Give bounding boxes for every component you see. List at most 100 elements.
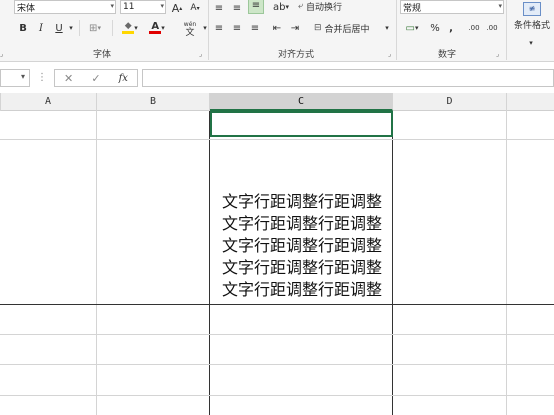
fill-color-button[interactable]: ◆ ▾ <box>118 20 142 36</box>
grow-font-label: A <box>171 1 180 15</box>
column-gridline <box>96 111 97 415</box>
orientation-button[interactable]: ab ▾ <box>270 0 292 15</box>
font-size-dropdown[interactable]: 11 ▾ <box>120 0 166 14</box>
insert-function-button[interactable]: fx <box>119 73 128 84</box>
bold-label: B <box>19 22 27 34</box>
phonetic-char-label: 文 <box>185 27 195 38</box>
formula-input[interactable] <box>142 69 554 87</box>
column-header-c[interactable]: C <box>210 93 393 111</box>
percent-label: % <box>430 22 440 34</box>
align-top-icon: ≡ <box>214 2 224 14</box>
spreadsheet-grid[interactable]: A B C D 文字行距调整行距调整文字行距调整行距调整文字行距调整行距调整文字… <box>0 93 554 415</box>
name-box[interactable]: ▾ <box>0 69 30 87</box>
increase-indent-icon: ⇥ <box>290 22 300 34</box>
font-color-label: A <box>151 21 160 32</box>
number-format-value: 常规 <box>403 3 422 14</box>
cell-c2[interactable]: 文字行距调整行距调整文字行距调整行距调整文字行距调整行距调整文字行距调整行距调整… <box>211 143 393 303</box>
column-header-d[interactable]: D <box>393 93 507 111</box>
bold-button[interactable]: B <box>16 20 30 36</box>
row-gridline <box>0 304 554 305</box>
toolbar-separator <box>112 20 113 36</box>
font-name-dropdown[interactable]: 宋体 ▾ <box>14 0 116 14</box>
phonetic-guide-button[interactable]: wén 文 <box>178 18 202 40</box>
up-arrow-icon: ▴ <box>179 4 183 12</box>
font-color-button[interactable]: A ▾ <box>146 20 168 36</box>
toolbar-separator <box>79 20 80 36</box>
font-dialog-launcher-icon[interactable]: ⌟ <box>0 50 3 58</box>
number-group-label: 数字 <box>438 50 457 60</box>
align-right-button[interactable]: ≡ <box>248 20 262 36</box>
align-left-button[interactable]: ≡ <box>212 20 226 36</box>
conditional-formatting-label: 条件格式 <box>513 20 550 31</box>
decrease-indent-button[interactable]: ⇤ <box>270 20 284 36</box>
cancel-icon[interactable]: ✕ <box>64 72 73 85</box>
merge-center-button[interactable]: ⊟ 合并后居中 <box>314 20 382 36</box>
italic-label: I <box>39 22 43 34</box>
increase-font-size-button[interactable]: A ▴ <box>170 0 184 16</box>
chevron-down-icon: ▾ <box>97 24 101 32</box>
fill-glyph: ◆ <box>124 21 132 31</box>
align-center-button[interactable]: ≡ <box>230 20 244 36</box>
chevron-down-icon: ▾ <box>134 24 138 32</box>
paint-bucket-icon: ◆ <box>122 21 135 34</box>
chevron-down-icon: ▾ <box>285 3 289 11</box>
wrap-text-button[interactable]: ⤶ 自动换行 <box>298 0 370 14</box>
font-color-icon: A <box>149 21 162 34</box>
chevron-down-icon: ▾ <box>110 2 114 10</box>
column-gridline <box>506 111 507 415</box>
fill-color-swatch <box>122 31 135 34</box>
merge-options-dropdown[interactable]: ▾ <box>383 20 391 36</box>
formula-bar-grip-icon[interactable]: ⋮ <box>37 72 47 83</box>
row-gridline <box>0 364 554 365</box>
phonetic-pinyin-label: wén <box>183 20 197 28</box>
cell-c2-text: 文字行距调整行距调整文字行距调整行距调整文字行距调整行距调整文字行距调整行距调整… <box>221 192 382 299</box>
number-format-dropdown[interactable]: 常规 ▾ <box>400 0 504 14</box>
italic-button[interactable]: I <box>34 20 48 36</box>
column-headers: A B C D <box>0 93 554 111</box>
column-header-e[interactable] <box>507 93 554 111</box>
currency-icon: ▭ <box>405 22 415 34</box>
alignment-group-label: 对齐方式 <box>278 50 315 60</box>
conditional-formatting-button[interactable]: ≢ 条件格式 <box>510 0 554 34</box>
row-gridline <box>0 334 554 335</box>
increase-decimal-label: .00 <box>468 24 480 32</box>
percent-style-button[interactable]: % <box>428 20 442 36</box>
ribbon: 宋体 ▾ 11 ▾ A ▴ A ▾ B I U ▾ ⊞ ▾ ◆ ▾ A ▾ wé… <box>0 0 554 62</box>
decrease-indent-icon: ⇤ <box>272 22 282 34</box>
comma-style-button[interactable]: , <box>446 20 456 36</box>
chevron-down-icon: ▾ <box>160 2 164 10</box>
borders-button[interactable]: ⊞ ▾ <box>84 20 106 36</box>
underline-label: U <box>55 22 63 34</box>
formula-controls: ✕ ✓ fx <box>54 69 138 87</box>
chevron-down-icon: ▾ <box>529 39 533 47</box>
alignment-dialog-launcher-icon[interactable]: ⌟ <box>388 50 391 58</box>
conditional-formatting-dropdown[interactable]: ▾ <box>526 35 536 51</box>
align-middle-icon: ≡ <box>232 2 242 14</box>
underline-button[interactable]: U <box>52 20 66 36</box>
wrap-text-icon: ⤶ <box>298 1 304 11</box>
align-top-button[interactable]: ≡ <box>212 0 226 16</box>
underline-options-dropdown[interactable]: ▾ <box>67 20 75 36</box>
chevron-down-icon: ▾ <box>69 24 73 32</box>
merge-cells-icon: ⊟ <box>314 23 322 33</box>
accounting-format-button[interactable]: ▭ ▾ <box>402 20 422 36</box>
enter-icon[interactable]: ✓ <box>91 72 100 85</box>
increase-indent-button[interactable]: ⇥ <box>288 20 302 36</box>
align-left-icon: ≡ <box>214 22 224 34</box>
merge-center-label: 合并后居中 <box>324 24 370 35</box>
group-separator <box>396 0 397 60</box>
align-bottom-button[interactable]: ≡ <box>248 0 264 14</box>
number-dialog-launcher-icon[interactable]: ⌟ <box>496 50 499 58</box>
column-header-b[interactable]: B <box>97 93 210 111</box>
font-dialog-launcher-icon[interactable]: ⌟ <box>199 50 202 58</box>
column-header-a[interactable]: A <box>0 93 97 111</box>
active-cell-c1[interactable] <box>210 111 393 137</box>
font-name-value: 宋体 <box>17 3 36 14</box>
decrease-font-size-button[interactable]: A ▾ <box>188 0 202 16</box>
chevron-down-icon: ▾ <box>414 24 419 32</box>
decrease-decimal-button[interactable]: .00 <box>484 20 500 36</box>
increase-decimal-button[interactable]: .00 <box>466 20 482 36</box>
align-middle-button[interactable]: ≡ <box>230 0 244 16</box>
align-center-icon: ≡ <box>232 22 242 34</box>
chevron-down-icon: ▾ <box>20 72 25 81</box>
